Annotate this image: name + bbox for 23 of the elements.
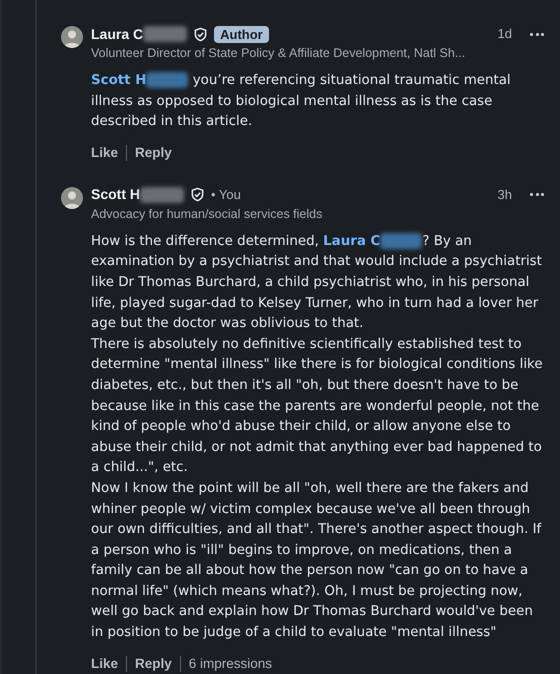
shield-check-icon <box>193 26 208 42</box>
shield-check-icon <box>190 187 205 202</box>
comment-text: There is absolutely no definitive scientifically established test to determine "mental illness" like there is for biological conditions like diabetes, etc., but then it's all "oh, but there doesn't have to be because like in this case the parents are wonderful people, not the kind of people who'd abuse their child, or allow anyone else to abuse their child, or not admit that anything ever bad happened to a child...", etc. <box>91 336 544 478</box>
reply-button[interactable]: Reply <box>135 654 172 674</box>
author-name[interactable]: Laura C <box>91 24 144 44</box>
like-button[interactable]: Like <box>91 142 118 163</box>
author-name[interactable]: Scott H <box>91 184 140 206</box>
author-headline: Volunteer Director of State Policy & Affiliate Development, Natl Sh... <box>91 45 466 62</box>
mention-link[interactable]: Laura C <box>323 234 380 249</box>
avatar[interactable] <box>61 26 83 48</box>
comment-text: How is the difference determined, Laura C ? By an examination by a psychiatrist and that would include a psychiatrist like Dr Thomas Burchard, a child psychiatrist who, in his personal life, played sugar-dad to Kelsey Turner, who in turn had a lover her age but the doctor was oblivious to that. <box>91 232 543 334</box>
you-label: • You <box>211 186 241 204</box>
comment-text: Now I know the point will be all "oh, well there are the fakers and whiner people w/ victim complex because we've all been through our own difficulties, and all that". There's another aspect though. If a person who is "ill" begins to improve, on medications, then a family can be all about how the person now "can go on to have a normal life" (which means what?). Oh, I must be projecting now, well go back and explain how Dr Thomas Burchard would've been in position to be judge of a child to evaluate "mental illness" <box>91 480 542 642</box>
timestamp: 3h <box>498 186 512 204</box>
mention-link[interactable]: Scott H <box>91 73 146 88</box>
impressions-count: 6 impressions <box>188 654 272 673</box>
author-headline: Advocacy for human/social services fields <box>91 206 324 223</box>
avatar[interactable] <box>61 186 83 209</box>
timestamp: 1d <box>498 25 512 44</box>
comment-text: Scott H you’re referencing situational traumatic mental illness as opposed to biological mental illness as is the case described in this article. <box>91 71 512 132</box>
like-button[interactable]: Like <box>91 654 118 674</box>
author-badge: Author <box>214 26 269 42</box>
reply-button[interactable]: Reply <box>135 142 172 163</box>
